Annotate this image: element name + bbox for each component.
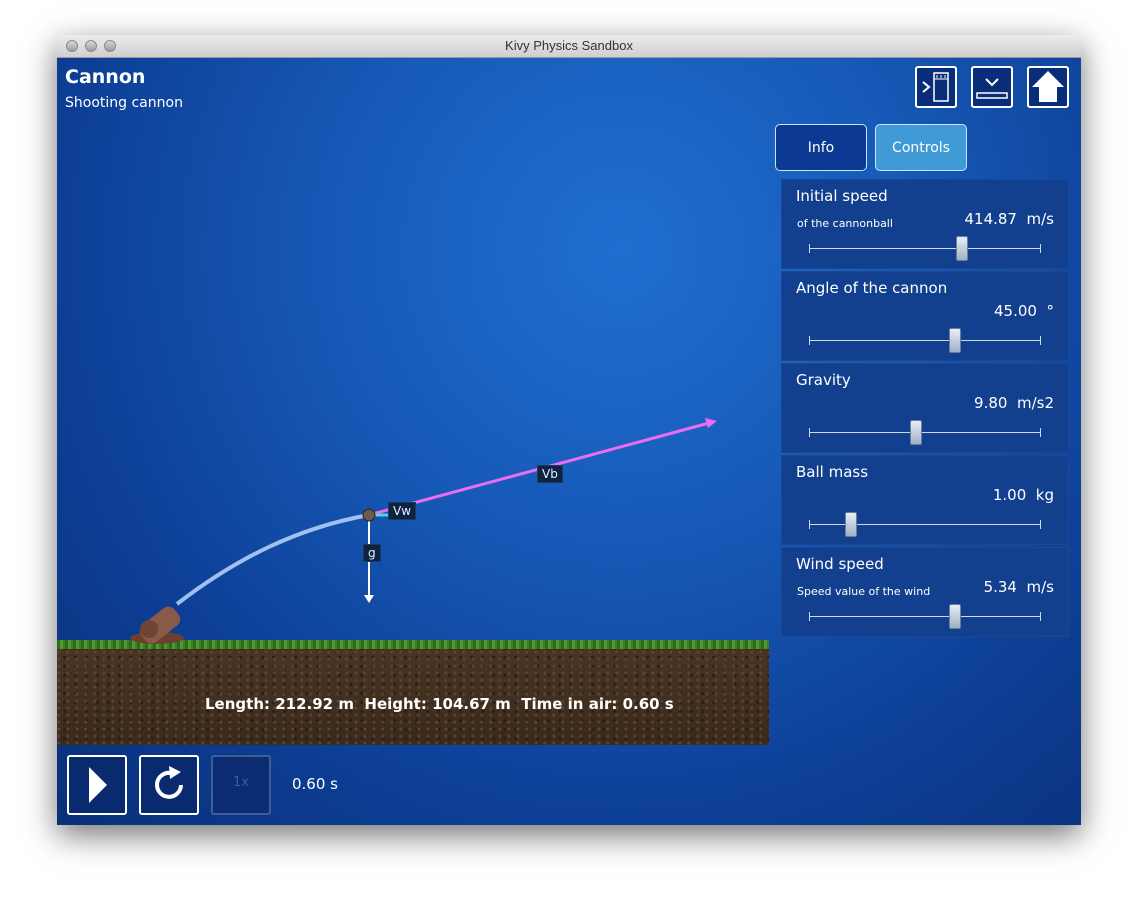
speed-label: 1x xyxy=(233,775,249,790)
simulation-scene: Vw Vb g Length: 212.92 m Height: 104.67 … xyxy=(57,58,769,748)
slider-min-tick xyxy=(809,520,810,529)
angle-slider-thumb[interactable] xyxy=(949,328,962,353)
control-value: 9.80 m/s2 xyxy=(974,394,1054,412)
play-button[interactable] xyxy=(67,755,127,815)
slider-track[interactable] xyxy=(809,248,1041,249)
home-icon xyxy=(1032,71,1064,102)
control-value: 414.87 m/s xyxy=(964,210,1054,228)
slider-min-tick xyxy=(809,612,810,621)
slider-track[interactable] xyxy=(809,340,1041,341)
slider-max-tick xyxy=(1040,244,1041,253)
control-title: Ball mass xyxy=(796,463,869,481)
slider-min-tick xyxy=(809,428,810,437)
slider-max-tick xyxy=(1040,428,1041,437)
tab-info-label: Info xyxy=(807,139,835,156)
control-wind-speed: Wind speed Speed value of the wind 5.34 … xyxy=(781,547,1069,637)
scene-graphics xyxy=(130,418,717,644)
tab-controls[interactable]: Controls xyxy=(875,124,967,171)
sidebar-toggle-icon xyxy=(922,72,949,102)
velocity-vector-label: Vb xyxy=(537,465,563,483)
cannon-icon xyxy=(130,606,184,644)
slider-max-tick xyxy=(1040,612,1041,621)
window-title: Kivy Physics Sandbox xyxy=(505,38,633,53)
control-title: Gravity xyxy=(796,371,851,389)
control-title: Angle of the cannon xyxy=(796,279,948,297)
speed-button[interactable]: 1x xyxy=(211,755,271,815)
title-bar: Kivy Physics Sandbox xyxy=(57,35,1081,58)
wind-vector-label: Vw xyxy=(388,502,417,520)
app-window: Kivy Physics Sandbox Vw Vb g Length: 212… xyxy=(57,35,1081,825)
slider-track[interactable] xyxy=(809,616,1041,617)
control-value: 45.00 ° xyxy=(994,302,1054,320)
home-button[interactable] xyxy=(1027,66,1069,108)
slider-track[interactable] xyxy=(809,432,1041,433)
control-gravity: Gravity 9.80 m/s2 xyxy=(781,363,1069,453)
page-title: Cannon xyxy=(65,66,146,88)
control-angle: Angle of the cannon 45.00 ° xyxy=(781,271,1069,361)
ball-mass-slider-thumb[interactable] xyxy=(844,512,857,537)
control-description: Speed value of the wind xyxy=(797,585,931,598)
flight-stats: Length: 212.92 m Height: 104.67 m Time i… xyxy=(205,695,674,713)
initial-speed-slider-thumb[interactable] xyxy=(956,236,969,261)
collapse-panel-icon xyxy=(976,78,1008,99)
trajectory-path xyxy=(175,513,370,606)
reset-button[interactable] xyxy=(139,755,199,815)
app-area: Vw Vb g Length: 212.92 m Height: 104.67 … xyxy=(57,58,1081,825)
tab-info[interactable]: Info xyxy=(775,124,867,171)
elapsed-time: 0.60 s xyxy=(292,775,338,793)
velocity-arrowhead xyxy=(705,418,717,428)
control-ball-mass: Ball mass 1.00 kg xyxy=(781,455,1069,545)
tab-controls-label: Controls xyxy=(892,139,950,156)
gravity-vector-label: g xyxy=(363,544,381,562)
page-subtitle: Shooting cannon xyxy=(65,95,183,111)
refresh-icon xyxy=(155,766,183,799)
slider-track[interactable] xyxy=(809,524,1041,525)
slider-min-tick xyxy=(809,244,810,253)
controls-panel: Initial speed of the cannonball 414.87 m… xyxy=(781,179,1069,639)
gravity-arrowhead xyxy=(364,595,374,603)
collapse-panel-button[interactable] xyxy=(971,66,1013,108)
sidebar-toggle-button[interactable] xyxy=(915,66,957,108)
control-description: of the cannonball xyxy=(797,217,893,230)
gravity-slider-thumb[interactable] xyxy=(909,420,922,445)
control-value: 5.34 m/s xyxy=(983,578,1054,596)
slider-max-tick xyxy=(1040,520,1041,529)
ground xyxy=(57,643,769,745)
slider-max-tick xyxy=(1040,336,1041,345)
wind-speed-slider-thumb[interactable] xyxy=(949,604,962,629)
cannonball xyxy=(362,508,376,522)
control-title: Wind speed xyxy=(796,555,884,573)
slider-min-tick xyxy=(809,336,810,345)
control-title: Initial speed xyxy=(796,187,888,205)
control-value: 1.00 kg xyxy=(992,486,1054,504)
play-icon xyxy=(89,767,107,803)
control-initial-speed: Initial speed of the cannonball 414.87 m… xyxy=(781,179,1069,269)
